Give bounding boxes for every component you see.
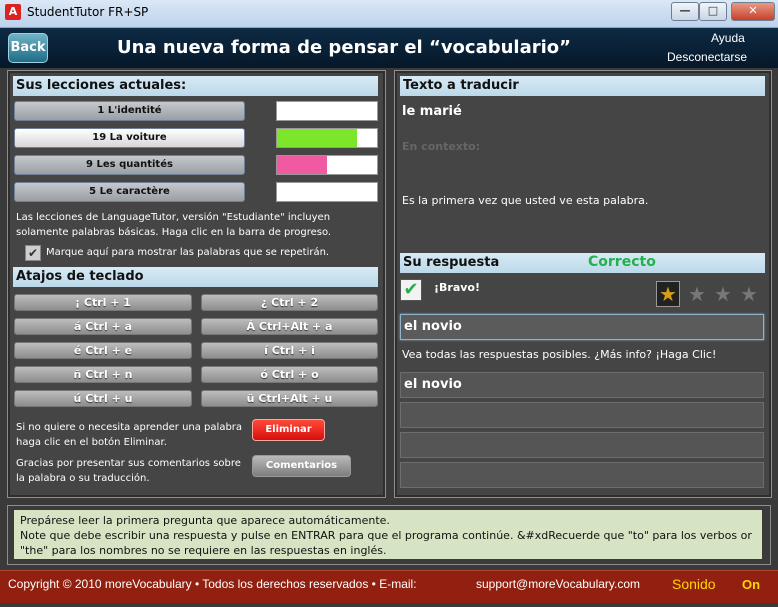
- checkmark-icon: ✔: [27, 246, 39, 260]
- maximize-button[interactable]: □: [699, 2, 727, 21]
- star-icon[interactable]: ★: [710, 282, 736, 306]
- close-window-button[interactable]: ✕: [731, 2, 775, 21]
- shortcut-button[interactable]: ñ Ctrl + n: [14, 366, 192, 383]
- page-title: Una nueva forma de pensar el “vocabulari…: [117, 37, 571, 58]
- lessons-info-text: Las lecciones de LanguageTutor, versión …: [16, 212, 332, 238]
- sound-toggle[interactable]: On: [742, 577, 760, 592]
- minimize-icon: —: [679, 4, 691, 17]
- possible-answer-row[interactable]: [400, 432, 764, 458]
- first-time-text: Es la primera vez que usted ve esta pala…: [402, 194, 649, 207]
- lesson-progress-bar[interactable]: [276, 128, 378, 148]
- shortcut-button[interactable]: ¿ Ctrl + 2: [201, 294, 378, 311]
- possible-answer-row[interactable]: [400, 402, 764, 428]
- delete-button[interactable]: Eliminar: [252, 419, 325, 441]
- possible-answer-text: el novio: [404, 377, 462, 392]
- lessons-heading: Sus lecciones actuales:: [13, 76, 378, 96]
- bravo-text: ¡Bravo!: [434, 281, 480, 294]
- maximize-icon: □: [707, 4, 719, 17]
- star-icon[interactable]: ★: [736, 282, 762, 306]
- rating-stars[interactable]: ★ ★ ★ ★: [656, 281, 762, 307]
- answer-input-value: el novio: [404, 319, 462, 334]
- instructions-line: Note que debe escribir una respuesta y p…: [20, 529, 752, 557]
- sound-label: Sonido: [672, 576, 716, 592]
- window-title: StudentTutor FR+SP: [27, 5, 149, 19]
- shortcut-button[interactable]: ú Ctrl + u: [14, 390, 192, 407]
- comments-button[interactable]: Comentarios: [252, 455, 351, 477]
- instructions-box: Prepárese leer la primera pregunta que a…: [14, 510, 762, 559]
- app-icon: A: [5, 4, 21, 20]
- support-email-link[interactable]: support@moreVocabulary.com: [476, 577, 640, 591]
- logout-link[interactable]: Desconectarse: [667, 50, 747, 64]
- shortcut-button[interactable]: ó Ctrl + o: [201, 366, 378, 383]
- copyright-text: Copyright © 2010 moreVocabulary • Todos …: [8, 577, 417, 591]
- answer-input[interactable]: el novio: [400, 314, 764, 340]
- shortcut-button[interactable]: ü Ctrl+Alt + u: [201, 390, 378, 407]
- shortcut-button[interactable]: á Ctrl + a: [14, 318, 192, 335]
- minimize-button[interactable]: —: [671, 2, 699, 21]
- lesson-button[interactable]: 9 Les quantités: [14, 155, 245, 175]
- shortcut-button[interactable]: é Ctrl + e: [14, 342, 192, 359]
- shortcut-button[interactable]: ¡ Ctrl + 1: [14, 294, 192, 311]
- lesson-button[interactable]: 5 Le caractère: [14, 182, 245, 202]
- answer-status: Correcto: [588, 254, 656, 270]
- star-icon[interactable]: ★: [684, 282, 710, 306]
- see-all-answers-link[interactable]: Vea todas las respuestas posibles. ¿Más …: [402, 348, 716, 361]
- lesson-button[interactable]: 1 L'identité: [14, 101, 245, 121]
- shortcut-button[interactable]: Á Ctrl+Alt + a: [201, 318, 378, 335]
- help-link[interactable]: Ayuda: [711, 31, 745, 45]
- back-button[interactable]: Back: [8, 33, 48, 63]
- lesson-progress-bar[interactable]: [276, 155, 378, 175]
- correct-check-icon: ✔: [400, 279, 422, 301]
- word-to-translate: le marié: [402, 104, 462, 119]
- lesson-button[interactable]: 19 La voiture: [14, 128, 245, 148]
- delete-info-text: Si no quiere o necesita aprender una pal…: [16, 422, 243, 448]
- comment-info-text: Gracias por presentar sus comentarios so…: [16, 458, 241, 484]
- repeat-checkbox[interactable]: ✔: [25, 245, 41, 261]
- lesson-progress-fill: [277, 156, 327, 174]
- possible-answer-row[interactable]: [400, 462, 764, 488]
- shortcuts-heading: Atajos de teclado: [13, 267, 378, 287]
- answer-heading: Su respuesta: [400, 253, 765, 273]
- shortcut-button[interactable]: í Ctrl + i: [201, 342, 378, 359]
- star-icon[interactable]: ★: [656, 281, 680, 307]
- lesson-progress-bar[interactable]: [276, 182, 378, 202]
- instructions-line: Prepárese leer la primera pregunta que a…: [20, 514, 390, 527]
- translate-heading: Texto a traducir: [400, 76, 765, 96]
- context-label: En contexto:: [402, 140, 481, 153]
- possible-answer-row[interactable]: el novio: [400, 372, 764, 398]
- lesson-progress-bar[interactable]: [276, 101, 378, 121]
- lesson-progress-fill: [277, 129, 357, 147]
- repeat-checkbox-label: Marque aquí para mostrar las palabras qu…: [46, 247, 330, 258]
- close-icon: ✕: [748, 4, 758, 17]
